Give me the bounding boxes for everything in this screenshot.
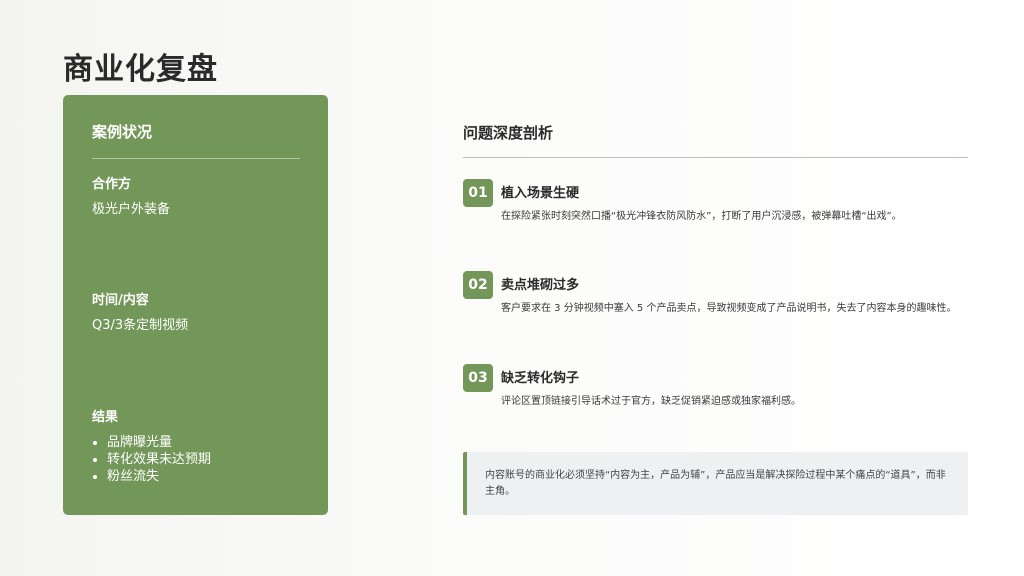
case-status-card: 案例状况 合作方 极光户外装备 时间/内容 Q3/3条定制视频 结果 品牌曝光量… bbox=[63, 95, 328, 515]
issue-description: 在探险紧张时刻突然口播“极光冲锋衣防风防水”，打断了用户沉浸感，被弹幕吐槽“出戏… bbox=[501, 211, 902, 222]
partner-block: 合作方 极光户外装备 bbox=[92, 177, 300, 218]
case-card-title: 案例状况 bbox=[92, 123, 153, 141]
issue-number-badge: 02 bbox=[463, 271, 493, 299]
issue-number-badge: 03 bbox=[463, 364, 493, 392]
issue-number-badge: 01 bbox=[463, 179, 493, 207]
analysis-title: 问题深度剖析 bbox=[463, 124, 554, 142]
result-item: 粉丝流失 bbox=[92, 468, 300, 485]
issue-title: 植入场景生硬 bbox=[501, 186, 580, 201]
issue-description: 评论区置顶链接引导话术过于官方，缺乏促销紧迫感或独家福利感。 bbox=[501, 396, 801, 407]
result-item: 转化效果未达预期 bbox=[92, 451, 300, 468]
time-block: 时间/内容 Q3/3条定制视频 bbox=[92, 293, 300, 334]
issue-description: 客户要求在 3 分钟视频中塞入 5 个产品卖点，导致视频变成了产品说明书，失去了… bbox=[501, 303, 957, 314]
result-label: 结果 bbox=[92, 410, 119, 425]
issue-title: 缺乏转化钩子 bbox=[501, 371, 580, 386]
partner-label: 合作方 bbox=[92, 177, 132, 192]
partner-value: 极光户外装备 bbox=[92, 202, 171, 217]
result-item: 品牌曝光量 bbox=[92, 434, 300, 451]
issue-title: 卖点堆砌过多 bbox=[501, 278, 580, 293]
result-block: 结果 品牌曝光量 转化效果未达预期 粉丝流失 bbox=[92, 410, 300, 485]
result-list: 品牌曝光量 转化效果未达预期 粉丝流失 bbox=[92, 434, 300, 485]
page-title: 商业化复盘 bbox=[63, 52, 218, 87]
case-card-divider bbox=[92, 158, 300, 159]
time-value: Q3/3条定制视频 bbox=[92, 318, 189, 333]
conclusion-note: 内容账号的商业化必须坚持“内容为主，产品为辅”，产品应当是解决探险过程中某个痛点… bbox=[463, 452, 968, 515]
time-label: 时间/内容 bbox=[92, 293, 149, 308]
analysis-divider bbox=[463, 157, 968, 158]
